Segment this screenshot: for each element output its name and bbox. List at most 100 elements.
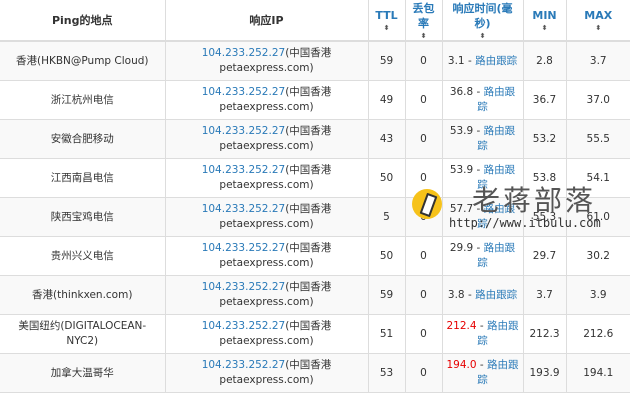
ping-results-page: Ping的地点 响应IP TTL ⬍ 丢包率 ⬍ 响应时间(毫秒) ⬍ MIN ⬍ MA… [0, 0, 630, 404]
ip-location-text: (中国香港 [285, 359, 332, 371]
cell-min: 193.9 [523, 353, 567, 393]
rt-value: 53.9 [449, 164, 474, 176]
route-trace-link[interactable]: 路由跟踪 [475, 55, 517, 67]
route-trace-link[interactable]: 路由跟踪 [477, 164, 515, 191]
header-loss-sort[interactable]: 丢包率 ⬍ [405, 0, 443, 42]
ttl-value: 59 [379, 288, 394, 301]
header-min-sort[interactable]: MIN ⬍ [523, 0, 567, 42]
max-value: 37.0 [586, 93, 610, 106]
table-row: 安徽合肥移动 104.233.252.27(中国香港 petaexpress.com… [0, 119, 630, 159]
header-max-sort[interactable]: MAX ⬍ [566, 0, 630, 42]
rt-value: 57.7 [449, 203, 474, 215]
cell-location: 贵州兴义电信 [0, 236, 166, 276]
ip-link[interactable]: 104.233.252.27 [202, 359, 286, 371]
ip-link[interactable]: 104.233.252.27 [202, 125, 286, 137]
location-text: 安徽合肥移动 [50, 132, 114, 145]
ip-location-text: (中国香港 [285, 242, 332, 254]
table-row: 香港(HKBN@Pump Cloud) 104.233.252.27(中国香港 pe… [0, 41, 630, 81]
ip-location-text: (中国香港 [285, 125, 332, 137]
min-value: 212.3 [529, 327, 560, 340]
ip-link[interactable]: 104.233.252.27 [202, 164, 286, 176]
cell-max: 37.0 [566, 80, 630, 120]
ip-host-text: petaexpress.com) [219, 140, 314, 152]
location-text: 加拿大温哥华 [50, 366, 114, 379]
ip-link[interactable]: 104.233.252.27 [202, 203, 286, 215]
cell-location: 江西南昌电信 [0, 158, 166, 198]
ip-host-text: petaexpress.com) [219, 62, 314, 74]
table-row: 陕西宝鸡电信 104.233.252.27(中国香港 petaexpress.com… [0, 197, 630, 237]
sort-icon: ⬍ [383, 24, 390, 32]
route-trace-link[interactable]: 路由跟踪 [475, 289, 517, 301]
cell-ttl: 50 [368, 236, 406, 276]
ip-link[interactable]: 104.233.252.27 [202, 86, 286, 98]
rt-separator: - [473, 125, 484, 137]
header-max-label: MAX [584, 9, 613, 22]
max-value: 30.2 [586, 249, 610, 262]
location-text: 贵州兴义电信 [50, 249, 114, 262]
loss-value: 0 [420, 288, 427, 301]
ttl-value: 53 [379, 366, 394, 379]
cell-rt: 194.0 - 路由跟踪 [442, 353, 524, 393]
cell-loss: 0 [405, 80, 443, 120]
table-header-row: Ping的地点 响应IP TTL ⬍ 丢包率 ⬍ 响应时间(毫秒) ⬍ MIN ⬍ MA… [0, 0, 630, 42]
cell-location: 浙江杭州电信 [0, 80, 166, 120]
header-ip: 响应IP [165, 0, 369, 42]
ttl-value: 50 [379, 171, 394, 184]
header-ip-label: 响应IP [249, 13, 284, 27]
header-rt-label: 响应时间(毫秒) [452, 1, 513, 30]
cell-loss: 0 [405, 158, 443, 198]
cell-rt: 36.8 - 路由跟踪 [442, 80, 524, 120]
rt-separator: - [473, 203, 484, 215]
cell-max: 194.1 [566, 353, 630, 393]
ip-host-text: petaexpress.com) [219, 218, 314, 230]
cell-location: 美国纽约(DIGITALOCEAN-NYC2) [0, 314, 166, 354]
cell-ip: 104.233.252.27(中国香港 petaexpress.com) [165, 197, 369, 237]
header-ttl-sort[interactable]: TTL ⬍ [368, 0, 406, 42]
ip-link[interactable]: 104.233.252.27 [202, 242, 286, 254]
ip-host-text: petaexpress.com) [219, 179, 314, 191]
cell-ttl: 51 [368, 314, 406, 354]
loss-value: 0 [420, 93, 427, 106]
ip-link[interactable]: 104.233.252.27 [202, 281, 286, 293]
ip-host-text: petaexpress.com) [219, 101, 314, 113]
cell-loss: 0 [405, 41, 443, 81]
cell-ip: 104.233.252.27(中国香港 petaexpress.com) [165, 314, 369, 354]
rt-value: 3.8 [447, 288, 465, 301]
ip-location-text: (中国香港 [285, 47, 332, 59]
header-rt-sort[interactable]: 响应时间(毫秒) ⬍ [442, 0, 524, 42]
rt-value: 194.0 [446, 359, 477, 371]
cell-location: 香港(HKBN@Pump Cloud) [0, 41, 166, 81]
route-trace-link[interactable]: 路由跟踪 [477, 125, 515, 152]
cell-max: 3.7 [566, 41, 630, 81]
route-trace-link[interactable]: 路由跟踪 [477, 86, 515, 113]
sort-icon: ⬍ [479, 31, 486, 40]
ping-results-table: Ping的地点 响应IP TTL ⬍ 丢包率 ⬍ 响应时间(毫秒) ⬍ MIN ⬍ MA… [0, 0, 630, 393]
min-value: 193.9 [529, 366, 560, 379]
rt-separator: - [473, 164, 484, 176]
header-ttl-label: TTL [375, 9, 398, 22]
ttl-value: 43 [379, 132, 394, 145]
cell-min: 36.7 [523, 80, 567, 120]
loss-value: 0 [420, 132, 427, 145]
rt-separator: - [464, 54, 476, 67]
route-trace-link[interactable]: 路由跟踪 [477, 242, 515, 269]
cell-ttl: 5 [368, 197, 406, 237]
cell-max: 212.6 [566, 314, 630, 354]
cell-min: 53.2 [523, 119, 567, 159]
rt-value: 36.8 [449, 86, 474, 98]
loss-value: 0 [420, 54, 427, 67]
rt-value: 212.4 [446, 320, 477, 332]
cell-loss: 0 [405, 119, 443, 159]
header-location: Ping的地点 [0, 0, 166, 42]
ip-link[interactable]: 104.233.252.27 [202, 320, 286, 332]
ttl-value: 51 [379, 327, 394, 340]
ip-link[interactable]: 104.233.252.27 [202, 47, 286, 59]
loss-value: 0 [420, 366, 427, 379]
cell-rt: 53.9 - 路由跟踪 [442, 119, 524, 159]
cell-min: 3.7 [523, 275, 567, 315]
min-value: 2.8 [536, 54, 553, 67]
rt-separator: - [476, 320, 488, 332]
cell-max: 3.9 [566, 275, 630, 315]
route-trace-link[interactable]: 路由跟踪 [477, 203, 515, 230]
cell-max: 61.0 [566, 197, 630, 237]
